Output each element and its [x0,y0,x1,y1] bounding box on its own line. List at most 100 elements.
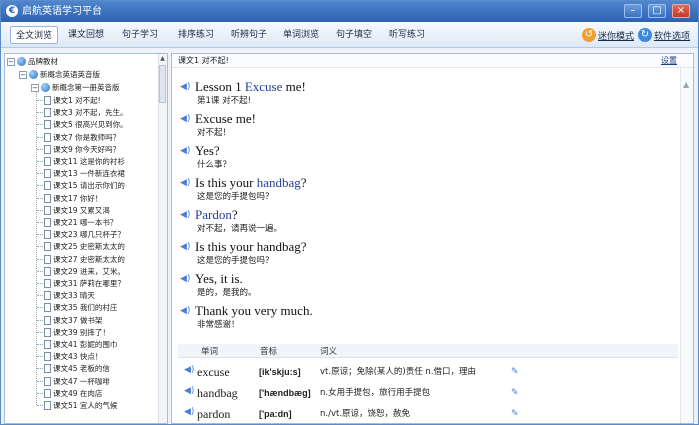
tree-lesson-item[interactable]: 课文51 宜人的气候 [44,400,117,411]
tree-lesson-item[interactable]: 课文43 快点！ [44,351,102,362]
vocab-meaning: n.女用手提包，旅行用手提包 [320,388,431,398]
scroll-up-icon[interactable]: ▲ [683,80,689,89]
sentence-row[interactable]: ◀) Thank you very much. [180,303,313,318]
software-options-button[interactable]: ↻ 软件选项 [638,27,690,43]
tree-lesson-item[interactable]: 课文9 你今天好吗？ [44,144,120,155]
tree-lesson-item[interactable]: 课文25 史密斯太太的 [44,241,125,252]
tree-connector [37,222,43,223]
speaker-icon[interactable]: ◀) [180,210,190,220]
tree-connector [37,173,43,175]
lesson-title: 课文1 对不起! [178,56,229,65]
edit-note-icon[interactable]: ✎ [511,386,519,400]
tree-connector [37,356,43,358]
speaker-icon[interactable]: ◀) [184,365,194,375]
document-icon [44,242,51,252]
speaker-icon[interactable]: ◀) [180,242,190,252]
tree-lesson-item[interactable]: 课文49 在肉店 [44,388,102,399]
tree-lesson-item[interactable]: 课文37 做书架 [44,315,102,326]
tree-lesson-item[interactable]: 课文47 一杯咖啡 [44,376,110,387]
chinese-translation: 是的，是我的。 [197,288,257,298]
collapse-icon[interactable]: − [31,83,39,92]
tree-lesson-item[interactable]: 课文27 史密斯太太的 [44,254,125,265]
speaker-icon[interactable]: ◀) [180,178,190,188]
tree-lesson-item[interactable]: 课文17 你好！ [44,193,102,204]
tree-lesson-item[interactable]: 课文45 老板的信 [44,363,110,374]
sentence-row[interactable]: ◀) Pardon? [180,207,238,222]
tree-lesson-item[interactable]: 课文21 哪一本书？ [44,217,117,228]
tab-full-text[interactable]: 全文浏览 [10,26,59,44]
vocab-table: 单词 音标 词义 ◀) excuse [ik'skju:s] vt.原谅；免除(某人的… [172,344,681,423]
tree-lesson-item[interactable]: 课文5 很高兴见到你。 [44,119,128,130]
mini-mode-button[interactable]: ↺ 迷你模式 [582,27,634,43]
tree-lesson-item[interactable]: 课文13 一件新连衣裙 [44,168,125,179]
tree-connector [37,246,43,248]
sentence-row[interactable]: ◀) Is this your handbag? [180,175,307,190]
speaker-icon[interactable]: ◀) [184,407,194,417]
tab-sentence-fill[interactable]: 句子填空 [336,29,372,41]
tab-word-browse[interactable]: 单词浏览 [283,29,319,41]
tree-lesson-item[interactable]: 课文41 彭妮的围巾 [44,339,117,350]
speaker-icon[interactable]: ◀) [180,274,190,284]
vocab-meaning: vt.原谅；免除(某人的)责任 n.借口，理由 [320,367,476,377]
sentence-row[interactable]: ◀) Yes, it is. [180,271,243,286]
tree-lesson-item[interactable]: 课文29 进来，艾米。 [44,266,125,277]
content-scrollbar[interactable]: ▲ [680,68,693,423]
vocab-word: handbag [197,386,238,400]
speaker-icon[interactable]: ◀) [180,82,190,92]
document-icon [44,218,51,227]
sentence-row[interactable]: ◀) Is this your handbag? [180,239,307,254]
edit-note-icon[interactable]: ✎ [511,365,519,379]
tree-lesson-item[interactable]: 课文33 晴天 [44,290,95,301]
tree-lesson-item[interactable]: 课文11 这是你的衬衫 [44,156,125,167]
tab-sentence-listening[interactable]: 听辨句子 [231,29,267,41]
vocab-row[interactable]: ◀) handbag ['hændbæg] n.女用手提包，旅行用手提包 ✎ [178,383,678,403]
content-header: 课文1 对不起! 设置 [172,54,693,68]
vocab-row[interactable]: ◀) pardon ['pa:dn] n./vt.原谅，饶恕，赦免 ✎ [178,404,678,423]
tab-ordering-practice[interactable]: 排序练习 [178,29,214,41]
sentence-row[interactable]: ◀) Excuse me! [180,111,256,126]
tab-text-recall[interactable]: 课文回想 [68,29,104,41]
title-bar[interactable]: € 启航英语学习平台 – □ × [1,1,698,22]
scroll-thumb[interactable] [159,65,166,103]
tree-lesson-item[interactable]: 课文39 别摔了！ [44,327,110,338]
vocab-header-meaning: 词义 [320,347,338,357]
tab-dictation[interactable]: 听写练习 [389,29,425,41]
speaker-icon[interactable]: ◀) [180,114,190,124]
lesson-tree[interactable]: − 品牌教材 − 新概念英语英音版 − 新概念第一册英音版 课文1 对不起! 课文… [4,53,168,424]
chinese-translation: 对不起，请再说一遍。 [197,224,283,234]
tab-sentence-study[interactable]: 句子学习 [122,29,158,41]
vocab-row[interactable]: ◀) excuse [ik'skju:s] vt.原谅；免除(某人的)责任 n.借口，… [178,362,678,382]
document-icon [44,364,51,374]
maximize-button[interactable]: □ [648,4,666,18]
document-icon [44,144,51,154]
edit-note-icon[interactable]: ✎ [511,407,519,421]
speaker-icon[interactable]: ◀) [180,306,190,316]
collapse-icon[interactable]: − [19,70,27,79]
vocab-word: pardon [197,407,231,421]
sentence-row[interactable]: ◀) Yes? [180,143,220,158]
sentence-row[interactable]: ◀) Lesson 1 Excuse me! [180,79,306,94]
english-sentence: Is this your handbag? [195,175,307,190]
speaker-icon[interactable]: ◀) [184,386,194,396]
tree-scrollbar[interactable]: ▲ [158,54,167,423]
minimize-button[interactable]: – [624,4,642,18]
tree-lesson-item[interactable]: 课文19 又累又渴 [44,205,110,216]
tree-lesson-item[interactable]: 课文1 对不起! [44,95,101,106]
tree-connector [37,270,43,272]
tree-root[interactable]: − 品牌教材 [7,56,58,67]
tree-lesson-item[interactable]: 课文15 请出示你们的 [44,180,125,191]
tree-book[interactable]: − 新概念英语英音版 [19,69,100,80]
settings-link[interactable]: 设置 [661,56,677,66]
scroll-up-icon[interactable]: ▲ [159,55,166,63]
vocab-phonetic: ['hændbæg] [259,388,311,398]
tree-lesson-item[interactable]: 课文3 对不起，先生。 [44,107,128,118]
collapse-icon[interactable]: − [7,57,15,66]
close-button[interactable]: × [672,4,690,18]
document-icon [44,401,51,410]
tree-lesson-item[interactable]: 课文7 你是教师吗？ [44,132,120,143]
tree-lesson-item[interactable]: 课文23 哪几只杯子？ [44,229,125,240]
speaker-icon[interactable]: ◀) [180,146,190,156]
tree-lesson-item[interactable]: 课文35 我们的村庄 [44,302,117,313]
tree-volume[interactable]: − 新概念第一册英音版 [31,82,120,93]
tree-lesson-item[interactable]: 课文31 萨莉在哪里？ [44,278,125,289]
